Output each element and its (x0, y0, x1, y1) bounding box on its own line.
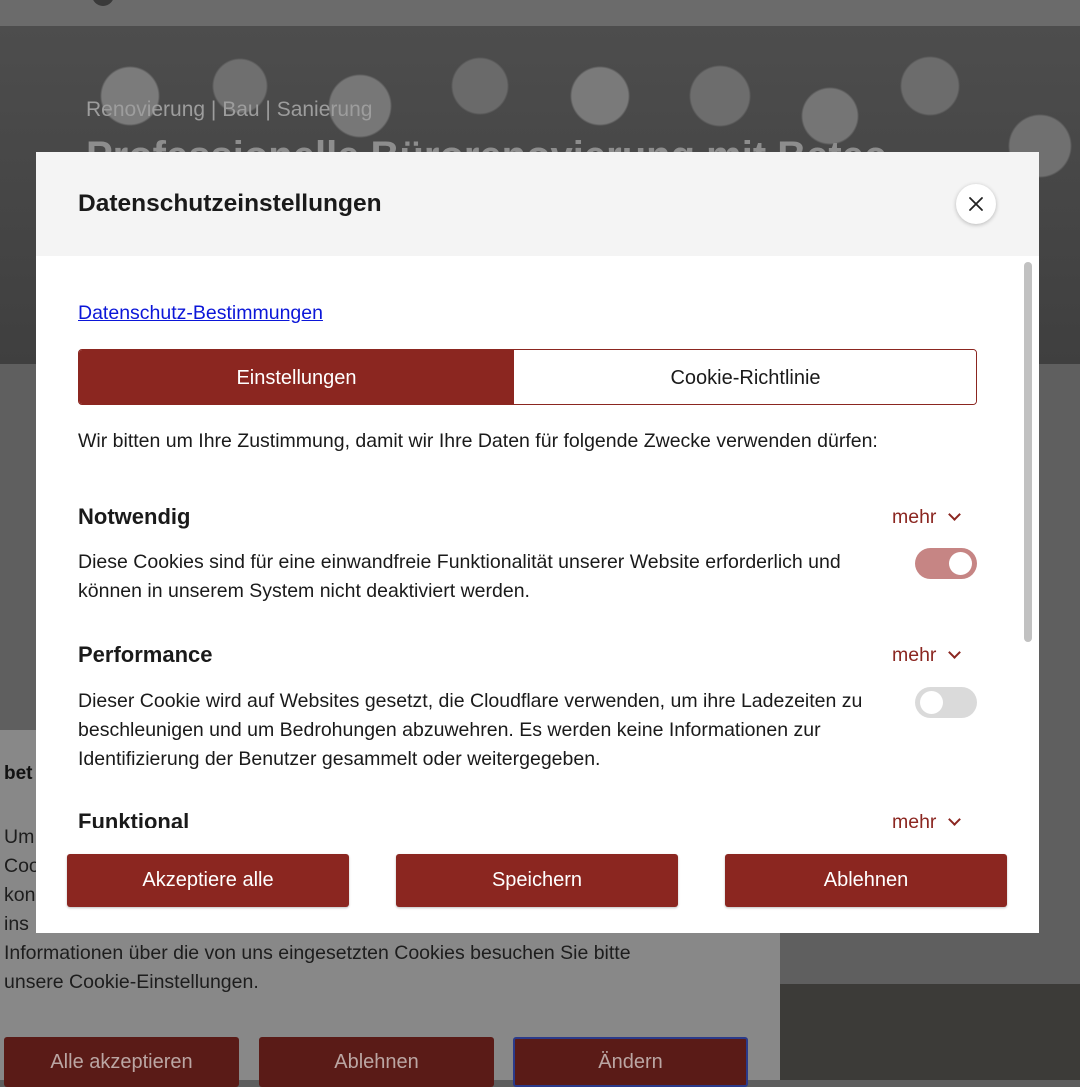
privacy-settings-dialog: Datenschutzeinstellungen Datenschutz-Bes… (36, 152, 1039, 933)
cookie-banner-line: Informationen über die von uns eingesetz… (4, 942, 631, 964)
chevron-down-icon (948, 813, 962, 826)
section-title-functional: Funktional (78, 809, 190, 828)
accept-all-button[interactable]: Akzeptiere alle (67, 854, 349, 907)
dialog-title: Datenschutzeinstellungen (78, 190, 382, 217)
tab-cookie-policy[interactable]: Cookie-Richtlinie (514, 350, 976, 404)
more-label: mehr (892, 644, 937, 666)
section-title-performance: Performance (78, 642, 213, 667)
toggle-necessary[interactable] (915, 548, 977, 579)
section-desc-necessary: Diese Cookies sind für eine einwandfreie… (78, 551, 841, 602)
page-footer-block (780, 984, 1080, 1080)
site-header (0, 0, 1080, 26)
dialog-footer: Akzeptiere alle Speichern Ablehnen (36, 828, 1039, 933)
more-toggle-performance[interactable]: mehr (892, 644, 962, 667)
dialog-header: Datenschutzeinstellungen (36, 152, 1039, 256)
cookie-banner-title: bet (4, 763, 33, 784)
dialog-body[interactable]: Datenschutz-Bestimmungen Einstellungen C… (36, 256, 1039, 828)
site-logo[interactable] (92, 0, 114, 6)
more-label: mehr (892, 811, 937, 828)
toggle-knob (949, 552, 972, 575)
more-toggle-functional[interactable]: mehr (892, 811, 962, 828)
toggle-performance[interactable] (915, 687, 977, 718)
section-desc-performance: Dieser Cookie wird auf Websites gesetzt,… (78, 690, 863, 770)
more-label: mehr (892, 506, 937, 528)
close-button[interactable] (956, 184, 996, 224)
dialog-tabs: Einstellungen Cookie-Richtlinie (78, 349, 977, 405)
reject-button[interactable]: Ablehnen (725, 854, 1007, 907)
toggle-knob (920, 691, 943, 714)
tab-settings[interactable]: Einstellungen (79, 350, 514, 404)
section-title-necessary: Notwendig (78, 504, 191, 529)
more-toggle-necessary[interactable]: mehr (892, 506, 962, 529)
chevron-down-icon (948, 646, 962, 659)
hero-subtitle: Renovierung | Bau | Sanierung (86, 98, 373, 121)
cookie-banner-line: unsere Cookie-Einstellungen. (4, 971, 259, 993)
save-button[interactable]: Speichern (396, 854, 678, 907)
consent-intro-text: Wir bitten um Ihre Zustimmung, damit wir… (78, 430, 878, 452)
chevron-down-icon (948, 508, 962, 521)
privacy-policy-link[interactable]: Datenschutz-Bestimmungen (78, 302, 323, 325)
close-icon (969, 197, 983, 211)
scrollbar-thumb[interactable] (1024, 262, 1032, 642)
